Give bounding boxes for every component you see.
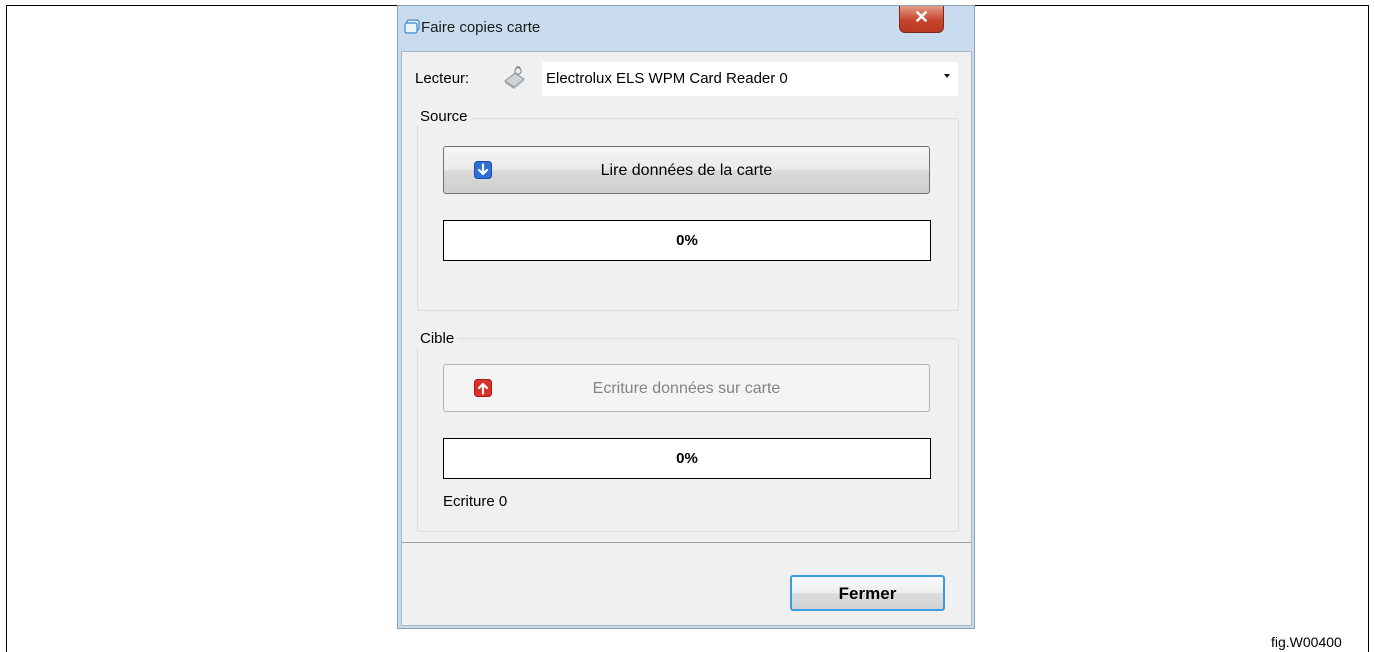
dialog-window: Faire copies carte ✕ Lecteur: Electrolux…: [397, 5, 975, 629]
source-progress-text: 0%: [676, 232, 698, 249]
card-reader-icon: [504, 66, 525, 89]
dialog-body: Lecteur: Electrolux ELS WPM Card Reader …: [401, 51, 972, 626]
write-card-button-label: Ecriture données sur carte: [592, 380, 781, 397]
read-card-button-label: Lire données de la carte: [600, 162, 773, 179]
target-progress-bar: 0%: [443, 438, 931, 479]
reader-selected-value: Electrolux ELS WPM Card Reader 0: [546, 70, 788, 87]
reader-label: Lecteur:: [415, 70, 470, 87]
target-progress-text: 0%: [676, 450, 698, 467]
close-icon: ✕: [914, 7, 930, 27]
dialog-footer: Fermer: [402, 543, 971, 625]
close-button-label: Fermer: [838, 584, 897, 603]
title-bar: Faire copies carte ✕: [398, 6, 974, 51]
reader-dropdown[interactable]: Electrolux ELS WPM Card Reader 0: [542, 62, 958, 96]
window-icon: [404, 19, 420, 34]
read-card-button[interactable]: Lire données de la carte: [443, 146, 930, 194]
target-group-label: Cible: [416, 330, 459, 347]
source-group-label: Source: [416, 108, 472, 125]
window-close-button[interactable]: ✕: [899, 6, 944, 33]
close-button[interactable]: Fermer: [790, 575, 945, 611]
window-title: Faire copies carte: [421, 19, 541, 36]
write-card-button[interactable]: Ecriture données sur carte: [443, 364, 930, 412]
write-status-text: Ecriture 0: [443, 493, 508, 510]
figure-label: fig.W00400: [1271, 634, 1342, 650]
chevron-down-icon: [944, 74, 950, 78]
source-progress-bar: 0%: [443, 220, 931, 261]
